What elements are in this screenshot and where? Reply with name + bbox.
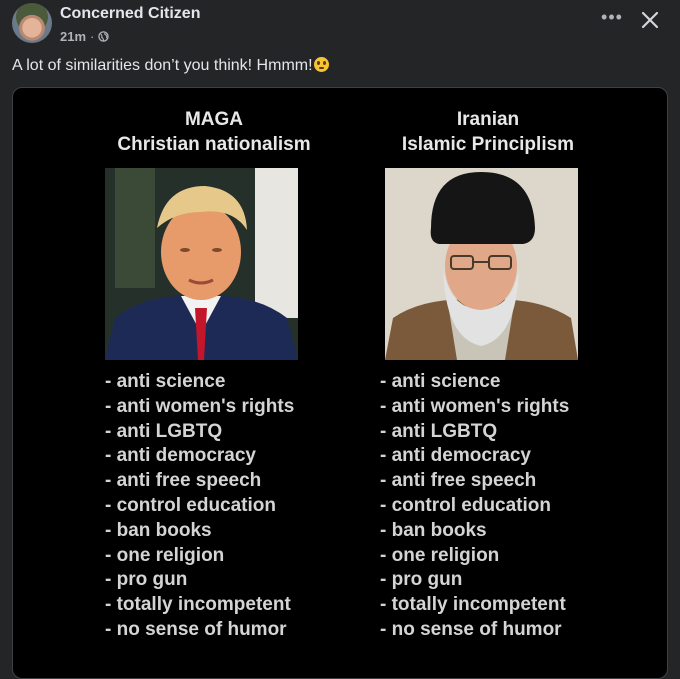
- list-item: - one religion: [380, 544, 500, 566]
- list-item: - ban books: [380, 519, 487, 541]
- list-item: - one religion: [105, 544, 225, 566]
- author-name[interactable]: Concerned Citizen: [60, 5, 200, 23]
- author-avatar[interactable]: [12, 3, 52, 43]
- more-options-icon[interactable]: •••: [600, 7, 624, 31]
- meta-separator: ·: [90, 29, 95, 44]
- list-item: - totally incompetent: [105, 594, 291, 616]
- caption-text: A lot of similarities don’t you think! H…: [12, 57, 313, 74]
- list-item: - no sense of humor: [380, 618, 562, 640]
- list-item: - control education: [105, 494, 276, 516]
- list-item: - anti free speech: [105, 470, 262, 492]
- list-item: - anti women's rights: [105, 395, 295, 417]
- list-item: - pro gun: [380, 569, 463, 591]
- close-icon[interactable]: [638, 8, 662, 32]
- left-column: MAGA Christian nationalism - anti scienc…: [83, 88, 363, 640]
- left-column-title: MAGA Christian nationalism: [65, 107, 363, 157]
- right-column-title: Iranian Islamic Principlism: [343, 107, 633, 157]
- post-meta: 21m ·: [60, 29, 110, 44]
- left-attribute-list: - anti science - anti women's rights - a…: [105, 370, 294, 643]
- list-item: - control education: [380, 494, 551, 516]
- post-image[interactable]: MAGA Christian nationalism - anti scienc…: [12, 87, 668, 679]
- list-item: - totally incompetent: [380, 594, 566, 616]
- list-item: - ban books: [105, 519, 212, 541]
- list-item: - anti democracy: [380, 445, 531, 467]
- left-title-line2: Christian nationalism: [117, 134, 311, 155]
- post-caption: A lot of similarities don’t you think! H…: [12, 57, 329, 75]
- globe-icon[interactable]: [98, 31, 110, 42]
- post-time[interactable]: 21m: [60, 29, 86, 44]
- left-portrait-photo: [105, 168, 298, 360]
- post-header: Concerned Citizen 21m · •••: [12, 3, 668, 45]
- list-item: - anti science: [380, 371, 501, 392]
- right-title-line2: Islamic Principlism: [401, 134, 575, 155]
- list-item: - anti LGBTQ: [380, 420, 498, 442]
- right-portrait-photo: [385, 168, 578, 360]
- list-item: - no sense of humor: [105, 618, 287, 640]
- right-column: Iranian Islamic Principlism - anti scien…: [353, 88, 633, 640]
- left-title-line1: MAGA: [184, 109, 244, 130]
- right-attribute-list: - anti science - anti women's rights - a…: [380, 370, 569, 643]
- list-item: - anti science: [105, 371, 226, 392]
- list-item: - anti LGBTQ: [105, 420, 223, 442]
- list-item: - pro gun: [105, 569, 188, 591]
- flushed-face-emoji-icon: [313, 57, 329, 72]
- right-title-line1: Iranian: [456, 109, 520, 130]
- list-item: - anti democracy: [105, 445, 256, 467]
- list-item: - anti women's rights: [380, 395, 570, 417]
- list-item: - anti free speech: [380, 470, 537, 492]
